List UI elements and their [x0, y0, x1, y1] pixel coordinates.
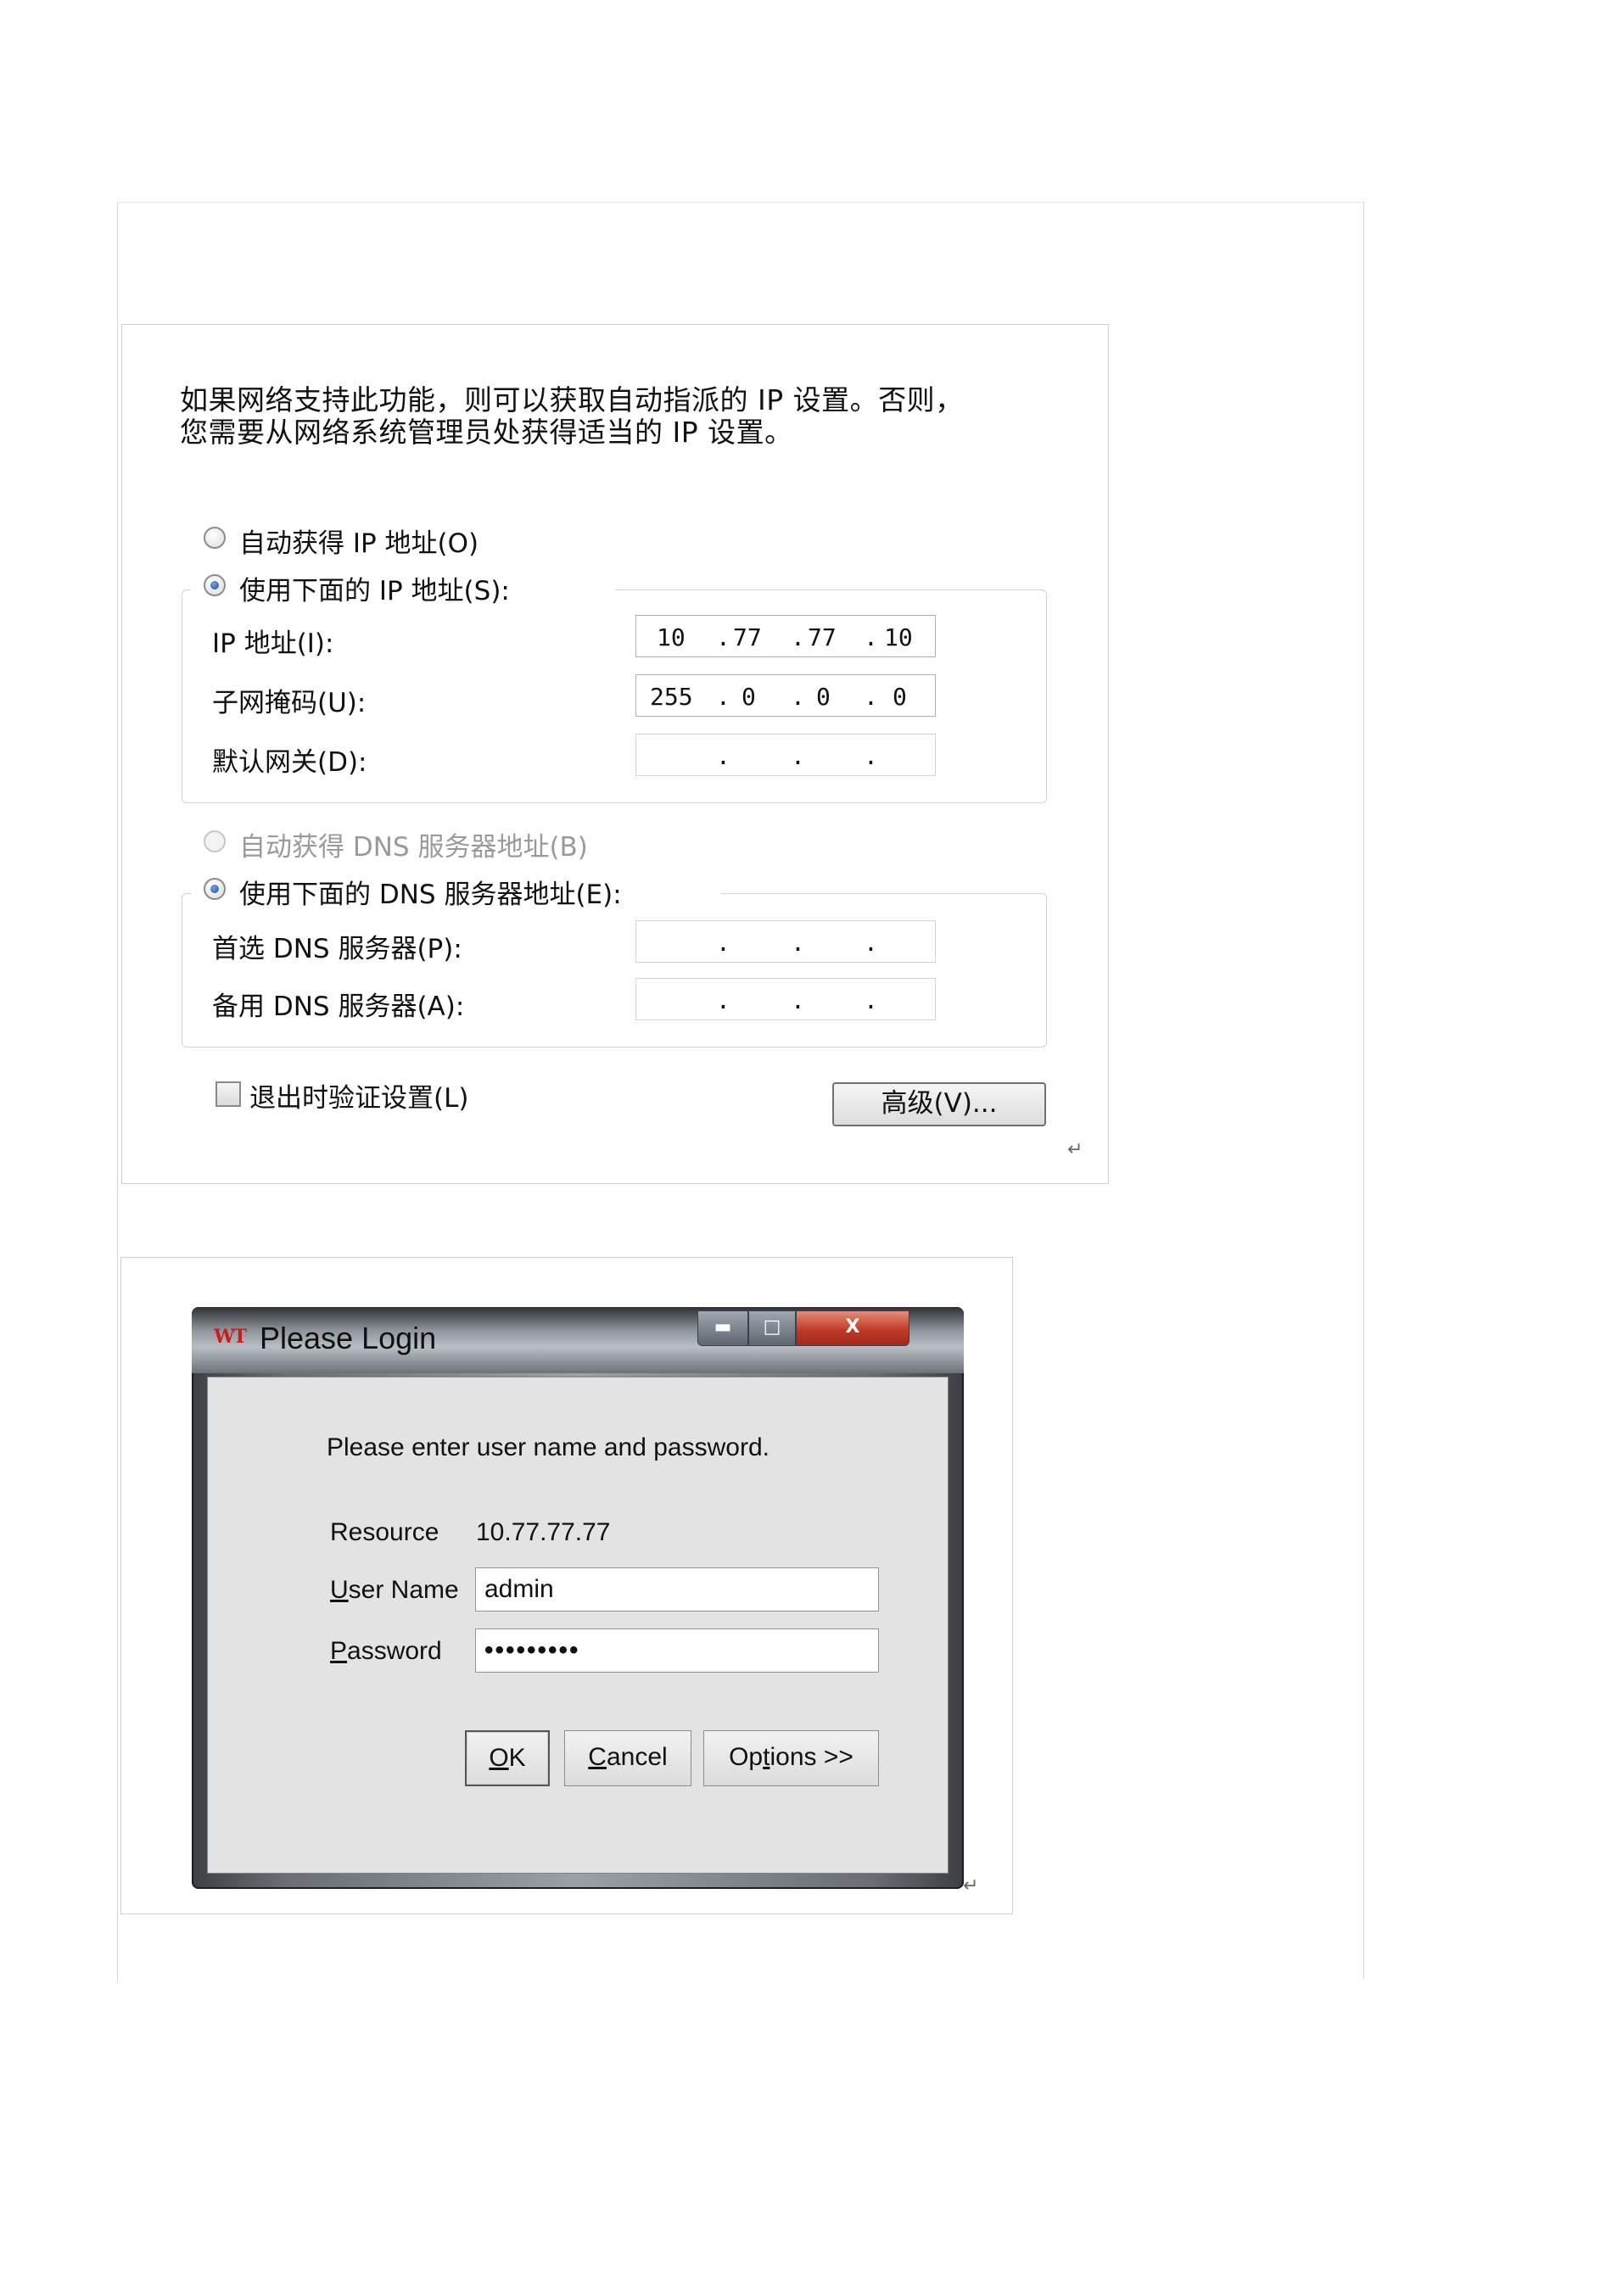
ip-octet-1: 10: [657, 623, 686, 651]
ok-label: K: [508, 1744, 526, 1772]
mask-octet-1: 255: [650, 683, 693, 711]
login-window: WT Please Login ▬ □ X Please enter user …: [192, 1307, 964, 1889]
document-frame-left: [117, 202, 118, 1983]
ip-dot: .: [791, 623, 805, 651]
ip-dot: .: [864, 623, 878, 651]
app-logo-icon: WT: [214, 1326, 247, 1348]
username-label-text: ser Name: [348, 1576, 459, 1604]
cancel-label: ancel: [606, 1743, 668, 1771]
window-title: Please Login: [260, 1321, 437, 1355]
ip-dot: .: [716, 929, 730, 957]
ip-octet-2: 77: [733, 623, 762, 651]
login-prompt: Please enter user name and password.: [327, 1433, 770, 1461]
ip-dot: .: [864, 683, 878, 711]
intro-line-2: 您需要从网络系统管理员处获得适当的 IP 设置。: [180, 416, 793, 449]
close-button[interactable]: X: [796, 1310, 909, 1346]
ip-dot: .: [716, 986, 730, 1014]
subnet-mask-label: 子网掩码(U):: [212, 688, 367, 718]
password-accelerator: P: [330, 1637, 348, 1665]
password-input[interactable]: •••••••••: [475, 1628, 879, 1673]
alternate-dns-field[interactable]: . . .: [635, 978, 936, 1020]
subnet-mask-field[interactable]: 255 . 0 . 0 . 0: [635, 674, 936, 717]
username-input[interactable]: admin: [475, 1567, 879, 1612]
resource-label: Resource: [330, 1518, 439, 1546]
ip-octet-4: 10: [884, 623, 913, 651]
mask-octet-4: 0: [893, 683, 907, 711]
ip-dot: .: [716, 742, 730, 770]
auto-ip-radio[interactable]: [204, 527, 226, 549]
ip-dot: .: [791, 986, 805, 1014]
username-label: User Name: [330, 1576, 459, 1605]
preferred-dns-field[interactable]: . . .: [635, 920, 936, 963]
manual-dns-label[interactable]: 使用下面的 DNS 服务器地址(E):: [239, 873, 622, 911]
ip-dot: .: [716, 623, 730, 651]
ip-address-field[interactable]: 10 . 77 . 77 . 10: [635, 615, 936, 657]
validate-on-exit-label[interactable]: 退出时验证设置(L): [249, 1076, 468, 1114]
cancel-accelerator: C: [588, 1743, 607, 1771]
maximize-button[interactable]: □: [748, 1310, 796, 1346]
validate-on-exit-checkbox[interactable]: [215, 1081, 241, 1107]
document-frame-top: [117, 202, 1366, 203]
password-label: Password: [330, 1637, 442, 1666]
mask-octet-2: 0: [742, 683, 756, 711]
paragraph-mark: ↵: [963, 1875, 979, 1897]
options-label-pre: Op: [729, 1743, 764, 1771]
intro-line-1: 如果网络支持此功能，则可以获取自动指派的 IP 设置。否则，: [180, 383, 964, 416]
paragraph-mark: ↵: [1067, 1139, 1083, 1160]
cancel-button[interactable]: Cancel: [564, 1730, 691, 1786]
ip-dot: .: [716, 683, 730, 711]
manual-ip-label[interactable]: 使用下面的 IP 地址(S):: [239, 569, 510, 607]
login-figure: WT Please Login ▬ □ X Please enter user …: [120, 1257, 1013, 1914]
ip-dot: .: [791, 742, 805, 770]
username-accelerator: U: [330, 1576, 349, 1604]
gateway-field[interactable]: . . .: [635, 734, 936, 776]
minimize-button[interactable]: ▬: [697, 1310, 748, 1346]
login-form: Please enter user name and password. Res…: [207, 1377, 949, 1874]
gateway-label: 默认网关(D):: [212, 747, 367, 778]
intro-text: 如果网络支持此功能，则可以获取自动指派的 IP 设置。否则， 您需要从网络系统管…: [180, 384, 964, 449]
options-button[interactable]: Options >>: [703, 1730, 879, 1786]
auto-dns-label[interactable]: 自动获得 DNS 服务器地址(B): [239, 825, 588, 863]
ip-dot: .: [791, 683, 805, 711]
ip-address-label: IP 地址(I):: [212, 628, 334, 659]
manual-dns-group: [182, 891, 1047, 1047]
ip-dot: .: [791, 929, 805, 957]
auto-dns-radio[interactable]: [204, 830, 226, 852]
manual-ip-radio[interactable]: [204, 574, 226, 596]
manual-dns-radio[interactable]: [204, 878, 226, 900]
ip-settings-figure: 如果网络支持此功能，则可以获取自动指派的 IP 设置。否则， 您需要从网络系统管…: [121, 324, 1109, 1184]
document-frame-right: [1363, 202, 1364, 1979]
resource-value: 10.77.77.77: [476, 1518, 611, 1546]
auto-ip-label[interactable]: 自动获得 IP 地址(O): [239, 522, 479, 560]
ok-accelerator: O: [489, 1744, 509, 1772]
ip-octet-3: 77: [808, 623, 837, 651]
mask-octet-3: 0: [816, 683, 831, 711]
alternate-dns-label: 备用 DNS 服务器(A):: [212, 992, 465, 1022]
ok-button[interactable]: OK: [465, 1730, 550, 1786]
preferred-dns-label: 首选 DNS 服务器(P):: [212, 934, 462, 964]
password-label-text: assword: [347, 1637, 442, 1665]
ip-dot: .: [864, 742, 878, 770]
options-label-rest: ions >>: [770, 1743, 853, 1771]
ip-dot: .: [864, 986, 878, 1014]
advanced-button[interactable]: 高级(V)...: [832, 1082, 1046, 1126]
ip-dot: .: [864, 929, 878, 957]
